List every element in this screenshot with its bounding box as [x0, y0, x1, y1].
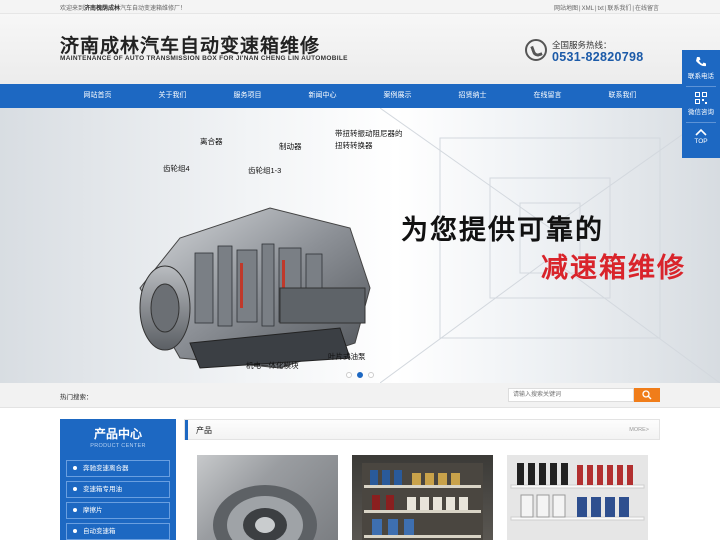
- label-gearset-4: 齿轮组4: [163, 164, 190, 173]
- category-item[interactable]: 摩擦片: [66, 502, 170, 519]
- slider-dot-1[interactable]: [346, 372, 352, 378]
- slider-dot-3[interactable]: [368, 372, 374, 378]
- xml-link[interactable]: XML: [582, 6, 594, 12]
- nav-home[interactable]: 网站首页: [60, 84, 135, 108]
- nav-contact[interactable]: 联系我们: [585, 84, 660, 108]
- phone-icon: [525, 39, 547, 61]
- label-damper: 带扭转振动阻尼器的: [335, 129, 403, 138]
- main-nav: 网站首页 关于我们 服务项目 新闻中心 案例展示 招贤纳士 在线留言 联系我们: [0, 84, 720, 108]
- welcome-company: 济南槐荫成林: [84, 6, 121, 12]
- label-mechatronic-module: 机电一体化模块: [246, 361, 299, 370]
- welcome-text: 欢迎来到济南槐荫成林汽车自动变速箱维修厂！: [60, 3, 186, 12]
- nav-news[interactable]: 新闻中心: [285, 84, 360, 108]
- message-link[interactable]: 在线留言: [635, 6, 659, 12]
- top-label: TOP: [694, 138, 708, 145]
- label-vane-pump: 叶片式油泵: [328, 352, 366, 361]
- hotline-number: 0531-82820798: [552, 50, 644, 64]
- gearbox-image: [139, 207, 371, 369]
- label-damper-converter: 扭转转换器: [335, 141, 373, 150]
- back-to-top-button[interactable]: TOP: [682, 128, 720, 145]
- slider-dot-2[interactable]: [357, 372, 363, 378]
- search-bar: 热门搜索：: [0, 383, 720, 408]
- welcome-prefix: 欢迎来到: [60, 6, 85, 12]
- contact-phone-label: 联系电话: [688, 73, 714, 80]
- product-center-subtitle: PRODUCT CENTER: [90, 443, 146, 449]
- search-button[interactable]: [634, 388, 660, 402]
- search-icon: [642, 390, 652, 400]
- phone-icon: [696, 57, 706, 67]
- label-brake: 制动器: [279, 142, 302, 151]
- nav-about[interactable]: 关于我们: [135, 84, 210, 108]
- nav-cases[interactable]: 案例展示: [360, 84, 435, 108]
- txt-link[interactable]: txt: [598, 6, 604, 12]
- header-accent-bar: [185, 420, 188, 440]
- wechat-button[interactable]: 微信咨询: [682, 92, 720, 116]
- label-clutch: 离合器: [200, 137, 223, 146]
- search-input[interactable]: [508, 388, 634, 402]
- banner-slogan-line2: 减速箱维修: [541, 253, 686, 284]
- sitemap-link[interactable]: 网站地图: [554, 6, 578, 12]
- nav-message[interactable]: 在线留言: [510, 84, 585, 108]
- top-links: 网站地图|XML|txt|联系我们|在线留言: [554, 6, 659, 12]
- hot-search-label: 热门搜索：: [60, 394, 93, 401]
- product-center-sidebar: 产品中心 PRODUCT CENTER 奔驰变速离合器 变速箱专用油 摩擦片 自…: [60, 419, 176, 540]
- welcome-suffix: 汽车自动变速箱维修厂！: [120, 6, 187, 12]
- contact-phone-button[interactable]: 联系电话: [682, 56, 720, 80]
- category-item[interactable]: 奔驰变速离合器: [66, 460, 170, 477]
- product-thumbnail[interactable]: [507, 455, 648, 540]
- wechat-label: 微信咨询: [688, 109, 714, 116]
- oil-shelf-image: [362, 463, 483, 540]
- more-link[interactable]: MORE>: [629, 427, 649, 433]
- banner-slogan-line1: 为您提供可靠的: [401, 215, 604, 246]
- floating-service-panel: 联系电话 微信咨询 TOP: [682, 50, 720, 158]
- site-header: 济南成林汽车自动变速箱维修 MAINTENANCE OF AUTO TRANSM…: [0, 14, 720, 84]
- product-center-title: 产品中心: [93, 427, 142, 441]
- hero-banner[interactable]: 离合器 制动器 带扭转振动阻尼器的 扭转转换器 齿轮组4 齿轮组1-3 叶片式油…: [0, 108, 720, 383]
- label-gearset-1-3: 齿轮组1-3: [248, 166, 282, 175]
- product-thumbnail[interactable]: [352, 455, 493, 540]
- panel-divider: [686, 86, 716, 87]
- products-title: 产品: [196, 426, 212, 435]
- clutch-drum-image: [213, 485, 317, 540]
- category-item[interactable]: 自动变速箱: [66, 523, 170, 540]
- top-bar: 欢迎来到济南槐荫成林汽车自动变速箱维修厂！ 网站地图|XML|txt|联系我们|…: [0, 0, 720, 14]
- nav-services[interactable]: 服务项目: [210, 84, 285, 108]
- hotline: 全国服务热线： 0531-82820798: [525, 39, 665, 67]
- site-title[interactable]: 济南成林汽车自动变速箱维修: [60, 31, 320, 58]
- panel-divider: [686, 122, 716, 123]
- chevron-up-icon: [695, 128, 707, 136]
- slider-dots: [346, 372, 374, 378]
- site-subtitle: MAINTENANCE OF AUTO TRANSMISSION BOX FOR…: [60, 55, 348, 62]
- category-list: 奔驰变速离合器 变速箱专用油 摩擦片 自动变速箱: [66, 460, 170, 540]
- nav-jobs[interactable]: 招贤纳士: [435, 84, 510, 108]
- contact-link[interactable]: 联系我们: [607, 6, 631, 12]
- category-item[interactable]: 变速箱专用油: [66, 481, 170, 498]
- qrcode-icon: [695, 92, 707, 104]
- product-thumbnail[interactable]: [197, 455, 338, 540]
- oil-display-image: [507, 455, 648, 540]
- products-header: 产品 MORE>: [184, 419, 660, 440]
